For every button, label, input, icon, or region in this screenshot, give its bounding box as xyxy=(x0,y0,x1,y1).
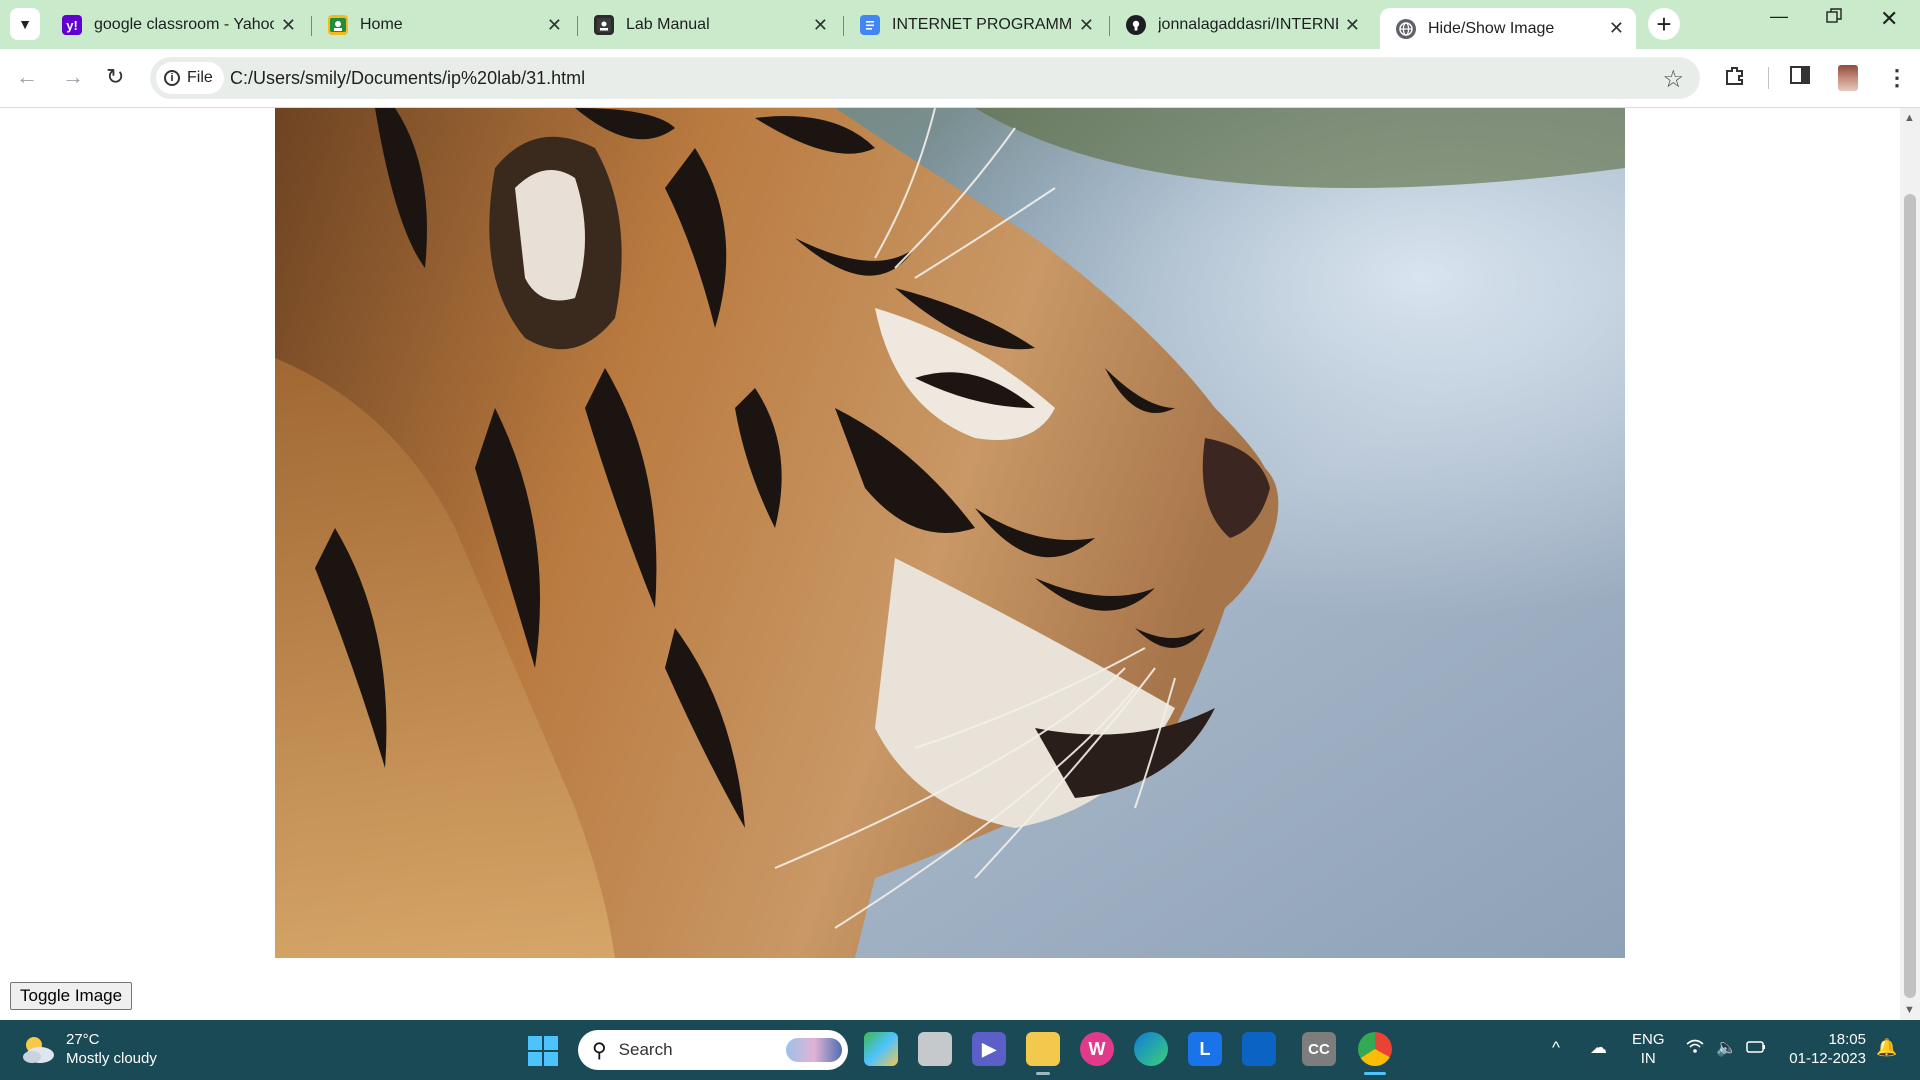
cc-app-icon[interactable]: CC xyxy=(1302,1032,1336,1066)
new-tab-button[interactable]: + xyxy=(1648,8,1680,40)
search-highlight-graphic xyxy=(786,1038,842,1062)
tiger-image xyxy=(275,108,1625,958)
side-panel-icon[interactable] xyxy=(1790,65,1810,91)
address-bar[interactable]: i File C:/Users/smily/Documents/ip%20lab… xyxy=(150,57,1700,99)
close-icon[interactable]: ✕ xyxy=(1079,15,1094,36)
bookmark-star-icon[interactable]: ☆ xyxy=(1662,65,1684,94)
scroll-down-arrow-icon[interactable]: ▼ xyxy=(1904,1004,1915,1016)
scrollbar-thumb[interactable] xyxy=(1904,194,1916,998)
yahoo-icon: y! xyxy=(62,15,82,35)
l-app-icon[interactable]: L xyxy=(1188,1032,1222,1066)
teams-chat-icon[interactable]: ▶ xyxy=(972,1032,1006,1066)
close-icon[interactable]: ✕ xyxy=(813,15,828,36)
show-hidden-icons-chevron-icon[interactable]: ^ xyxy=(1552,1038,1560,1058)
tab-strip: ▼ y! google classroom - Yahoo ✕ Home ✕ L… xyxy=(0,0,1920,49)
search-placeholder: Search xyxy=(618,1040,673,1059)
close-icon[interactable]: ✕ xyxy=(281,15,296,36)
page-scrollbar[interactable]: ▲ ▼ xyxy=(1900,108,1920,1020)
app-running-indicator xyxy=(1036,1072,1050,1075)
scheme-label: File xyxy=(187,69,213,86)
tab-github[interactable]: jonnalagaddasri/INTERNE ✕ xyxy=(1110,8,1372,42)
language-code: ENG xyxy=(1632,1031,1665,1048)
cloudy-weather-icon xyxy=(23,1037,54,1063)
tab-search-button[interactable]: ▼ xyxy=(10,8,40,40)
volume-icon[interactable]: 🔈 xyxy=(1716,1038,1737,1058)
reload-icon[interactable]: ↻ xyxy=(106,64,124,90)
page-viewport: Toggle Image xyxy=(0,108,1900,1020)
tab-title: Home xyxy=(360,16,403,33)
github-icon xyxy=(1126,15,1146,35)
clock[interactable]: 18:05 01-12-2023 xyxy=(1786,1030,1866,1068)
menu-kebab-icon[interactable]: ⋮ xyxy=(1886,65,1908,91)
classroom-icon xyxy=(594,15,614,35)
file-explorer-icon[interactable] xyxy=(1026,1032,1060,1066)
forward-icon[interactable]: → xyxy=(62,64,84,90)
clock-time: 18:05 xyxy=(1828,1031,1866,1048)
windows-taskbar: 27°C Mostly cloudy ⚲ Search ▶ W L CC ^ ☁… xyxy=(0,1020,1920,1080)
weather-widget[interactable]: 27°C Mostly cloudy xyxy=(20,1030,157,1068)
tab-title: google classroom - Yahoo xyxy=(94,16,274,33)
wifi-icon[interactable] xyxy=(1686,1038,1704,1059)
tab-hide-show-image[interactable]: Hide/Show Image ✕ xyxy=(1380,8,1636,49)
clock-date: 01-12-2023 xyxy=(1789,1050,1866,1067)
tab-home[interactable]: Home ✕ xyxy=(312,8,574,42)
extensions-icon[interactable] xyxy=(1724,65,1746,93)
copilot-pre-icon[interactable] xyxy=(864,1032,898,1066)
tab-internet-programming[interactable]: INTERNET PROGRAMMIN ✕ xyxy=(844,8,1106,42)
browser-toolbar: ← → ↻ i File C:/Users/smily/Documents/ip… xyxy=(0,49,1920,108)
scroll-up-arrow-icon[interactable]: ▲ xyxy=(1904,112,1915,124)
microsoft-store-icon[interactable] xyxy=(1242,1032,1276,1066)
toolbar-divider xyxy=(1768,67,1769,89)
profile-avatar[interactable] xyxy=(1838,65,1858,91)
language-indicator[interactable]: ENG IN xyxy=(1632,1030,1665,1068)
toggle-image-button[interactable]: Toggle Image xyxy=(10,982,133,1010)
minimize-icon[interactable]: — xyxy=(1770,6,1788,27)
weather-temp: 27°C xyxy=(66,1031,100,1048)
task-view-icon[interactable] xyxy=(918,1032,952,1066)
tab-title: Hide/Show Image xyxy=(1428,19,1555,37)
tab-title: Lab Manual xyxy=(626,16,710,33)
app-active-indicator xyxy=(1364,1072,1386,1075)
onedrive-cloud-icon[interactable]: ☁ xyxy=(1590,1038,1607,1058)
notification-bell-icon[interactable]: 🔔 xyxy=(1876,1038,1897,1058)
close-window-icon[interactable]: ✕ xyxy=(1880,6,1898,32)
restore-icon[interactable] xyxy=(1826,8,1842,29)
close-icon[interactable]: ✕ xyxy=(1609,18,1624,39)
region-code: IN xyxy=(1640,1050,1656,1067)
edge-browser-icon[interactable] xyxy=(1134,1032,1168,1066)
site-info-chip[interactable]: i File xyxy=(156,62,224,94)
wps-office-icon[interactable]: W xyxy=(1080,1032,1114,1066)
back-icon[interactable]: ← xyxy=(16,64,38,90)
taskbar-search[interactable]: ⚲ Search xyxy=(578,1030,848,1070)
url-text: C:/Users/smily/Documents/ip%20lab/31.htm… xyxy=(230,68,586,88)
weather-condition: Mostly cloudy xyxy=(66,1050,157,1067)
start-windows-icon[interactable] xyxy=(528,1036,558,1066)
tab-lab-manual[interactable]: Lab Manual ✕ xyxy=(578,8,840,42)
tab-title: jonnalagaddasri/INTERNE xyxy=(1158,16,1338,33)
docs-icon xyxy=(860,15,880,35)
chevron-down-icon: ▼ xyxy=(18,16,32,32)
tab-title: INTERNET PROGRAMMIN xyxy=(892,16,1072,33)
search-icon: ⚲ xyxy=(592,1039,607,1062)
tab-yahoo[interactable]: y! google classroom - Yahoo ✕ xyxy=(46,8,308,42)
close-icon[interactable]: ✕ xyxy=(547,15,562,36)
info-icon: i xyxy=(164,70,180,86)
chrome-icon[interactable] xyxy=(1358,1032,1392,1066)
close-icon[interactable]: ✕ xyxy=(1345,15,1360,36)
classroom-icon xyxy=(328,15,348,35)
globe-icon xyxy=(1396,18,1416,39)
battery-icon[interactable] xyxy=(1746,1038,1766,1058)
plus-icon: + xyxy=(1656,8,1672,39)
